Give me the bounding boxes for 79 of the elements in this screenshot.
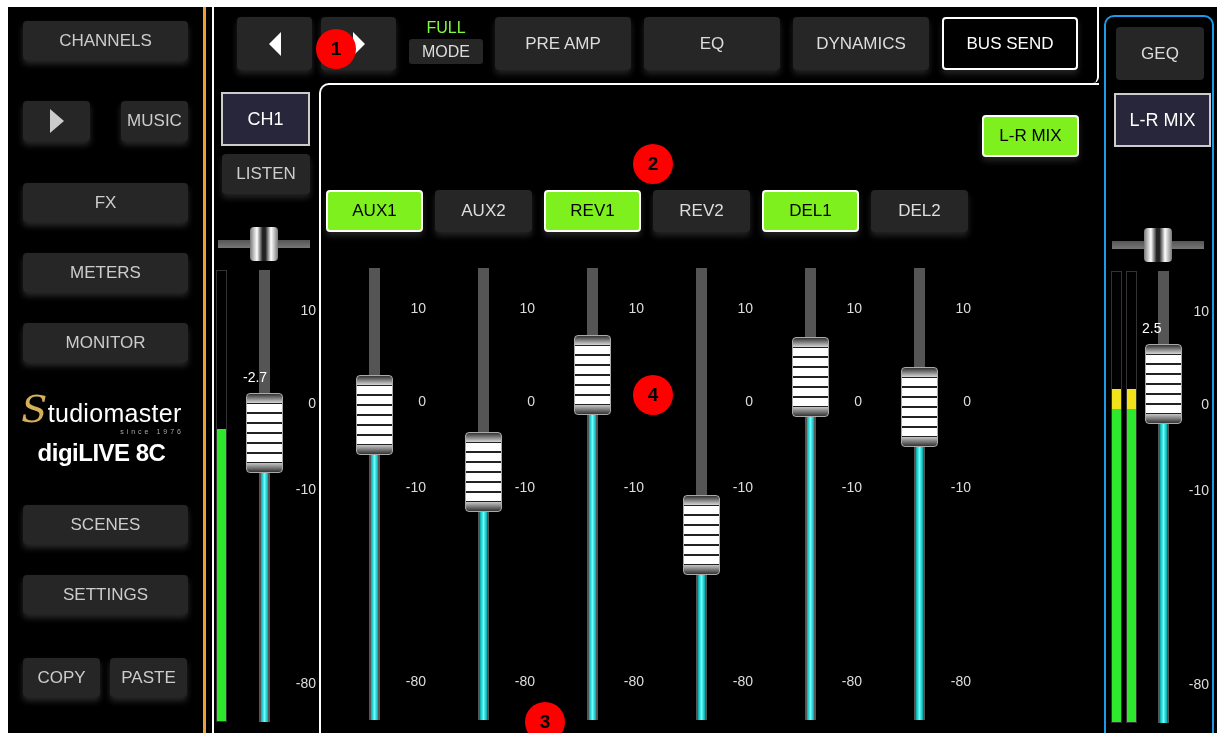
scale-label: -10 xyxy=(950,479,971,495)
scale-label: -80 xyxy=(623,673,644,689)
fader-thumb[interactable] xyxy=(465,431,502,512)
fader-thumb[interactable] xyxy=(356,374,393,455)
fader-thumb[interactable] xyxy=(901,367,938,448)
mix-button[interactable]: L-R MIX xyxy=(982,115,1079,157)
scale-label: -10 xyxy=(405,479,426,495)
scale-label: 0 xyxy=(963,393,971,409)
scale-label: -80 xyxy=(950,673,971,689)
send-button[interactable]: DEL2 xyxy=(871,190,968,232)
scale-label: -10 xyxy=(295,481,316,497)
callout-marker: 2 xyxy=(633,144,673,184)
fader-thumb[interactable] xyxy=(683,495,720,576)
brand-logo: Studiomaster xyxy=(21,390,182,428)
scale-label: 0 xyxy=(745,393,753,409)
scale-label: 0 xyxy=(308,395,316,411)
scale-label: 0 xyxy=(418,393,426,409)
scale-label: 10 xyxy=(955,300,971,316)
scale-label: -10 xyxy=(1188,482,1209,498)
scale-label: -80 xyxy=(405,673,426,689)
mode-label: FULL xyxy=(426,19,466,37)
scale-label: 10 xyxy=(846,300,862,316)
scale-label: -80 xyxy=(1188,676,1209,692)
fader-thumb[interactable] xyxy=(246,392,283,473)
scale-label: -10 xyxy=(841,479,862,495)
menu-button[interactable]: SETTINGS xyxy=(23,575,188,614)
scale-label: 0 xyxy=(854,393,862,409)
send-button[interactable]: REV2 xyxy=(653,190,750,232)
callout-marker: 1 xyxy=(316,29,356,69)
channel-name: L-R MIX xyxy=(1114,93,1211,147)
send-button[interactable]: DEL1 xyxy=(762,190,859,232)
fader-value: -2.7 xyxy=(243,368,268,385)
scale-label: -10 xyxy=(514,479,535,495)
menu-button[interactable]: MONITOR xyxy=(23,323,188,362)
callout-marker: 4 xyxy=(633,375,673,415)
pan-thumb[interactable] xyxy=(250,227,278,261)
send-button[interactable]: AUX2 xyxy=(435,190,532,232)
menu-button[interactable]: COPY xyxy=(23,658,100,697)
scale-label: -10 xyxy=(623,479,644,495)
scale-label: 10 xyxy=(628,300,644,316)
play-icon xyxy=(48,108,65,134)
listen-button[interactable]: LISTEN xyxy=(222,154,310,194)
scale-label: 10 xyxy=(410,300,426,316)
send-button[interactable]: AUX1 xyxy=(326,190,423,232)
tab[interactable]: BUS SEND xyxy=(942,17,1078,70)
scale-label: -80 xyxy=(732,673,753,689)
callout-marker: 3 xyxy=(525,702,565,733)
tab[interactable]: DYNAMICS xyxy=(793,17,929,70)
menu-button[interactable]: MUSIC xyxy=(121,101,188,141)
previous-button[interactable] xyxy=(237,17,312,70)
fader-thumb[interactable] xyxy=(1145,344,1182,424)
fader-thumb[interactable] xyxy=(574,335,611,416)
scale-label: -10 xyxy=(732,479,753,495)
scale-label: 0 xyxy=(1201,396,1209,412)
fader-thumb[interactable] xyxy=(792,336,829,417)
play-button[interactable] xyxy=(23,101,90,141)
channel-name: CH1 xyxy=(221,92,310,146)
menu-button[interactable]: SCENES xyxy=(23,505,188,544)
tab[interactable]: EQ xyxy=(644,17,780,70)
scale-label: -80 xyxy=(514,673,535,689)
send-button[interactable]: REV1 xyxy=(544,190,641,232)
scale-label: -80 xyxy=(295,675,316,691)
product-logo: digiLIVE 8C xyxy=(37,439,166,467)
menu-button[interactable]: CHANNELS xyxy=(23,21,188,60)
tab[interactable]: PRE AMP xyxy=(495,17,631,70)
menu-button[interactable]: PASTE xyxy=(110,658,187,697)
pan-thumb[interactable] xyxy=(1144,228,1172,262)
mode-button[interactable]: MODE xyxy=(409,39,483,64)
scale-label: 10 xyxy=(519,300,535,316)
fader-value: 2.5 xyxy=(1142,320,1162,336)
scale-label: 10 xyxy=(737,300,753,316)
geq-button[interactable]: GEQ xyxy=(1116,27,1204,80)
scale-label: 10 xyxy=(1193,303,1209,319)
scale-label: 0 xyxy=(527,393,535,409)
menu-button[interactable]: FX xyxy=(23,183,188,222)
menu-button[interactable]: METERS xyxy=(23,253,188,292)
left-arrow-icon xyxy=(267,30,282,57)
scale-label: 10 xyxy=(300,302,316,318)
scale-label: -80 xyxy=(841,673,862,689)
